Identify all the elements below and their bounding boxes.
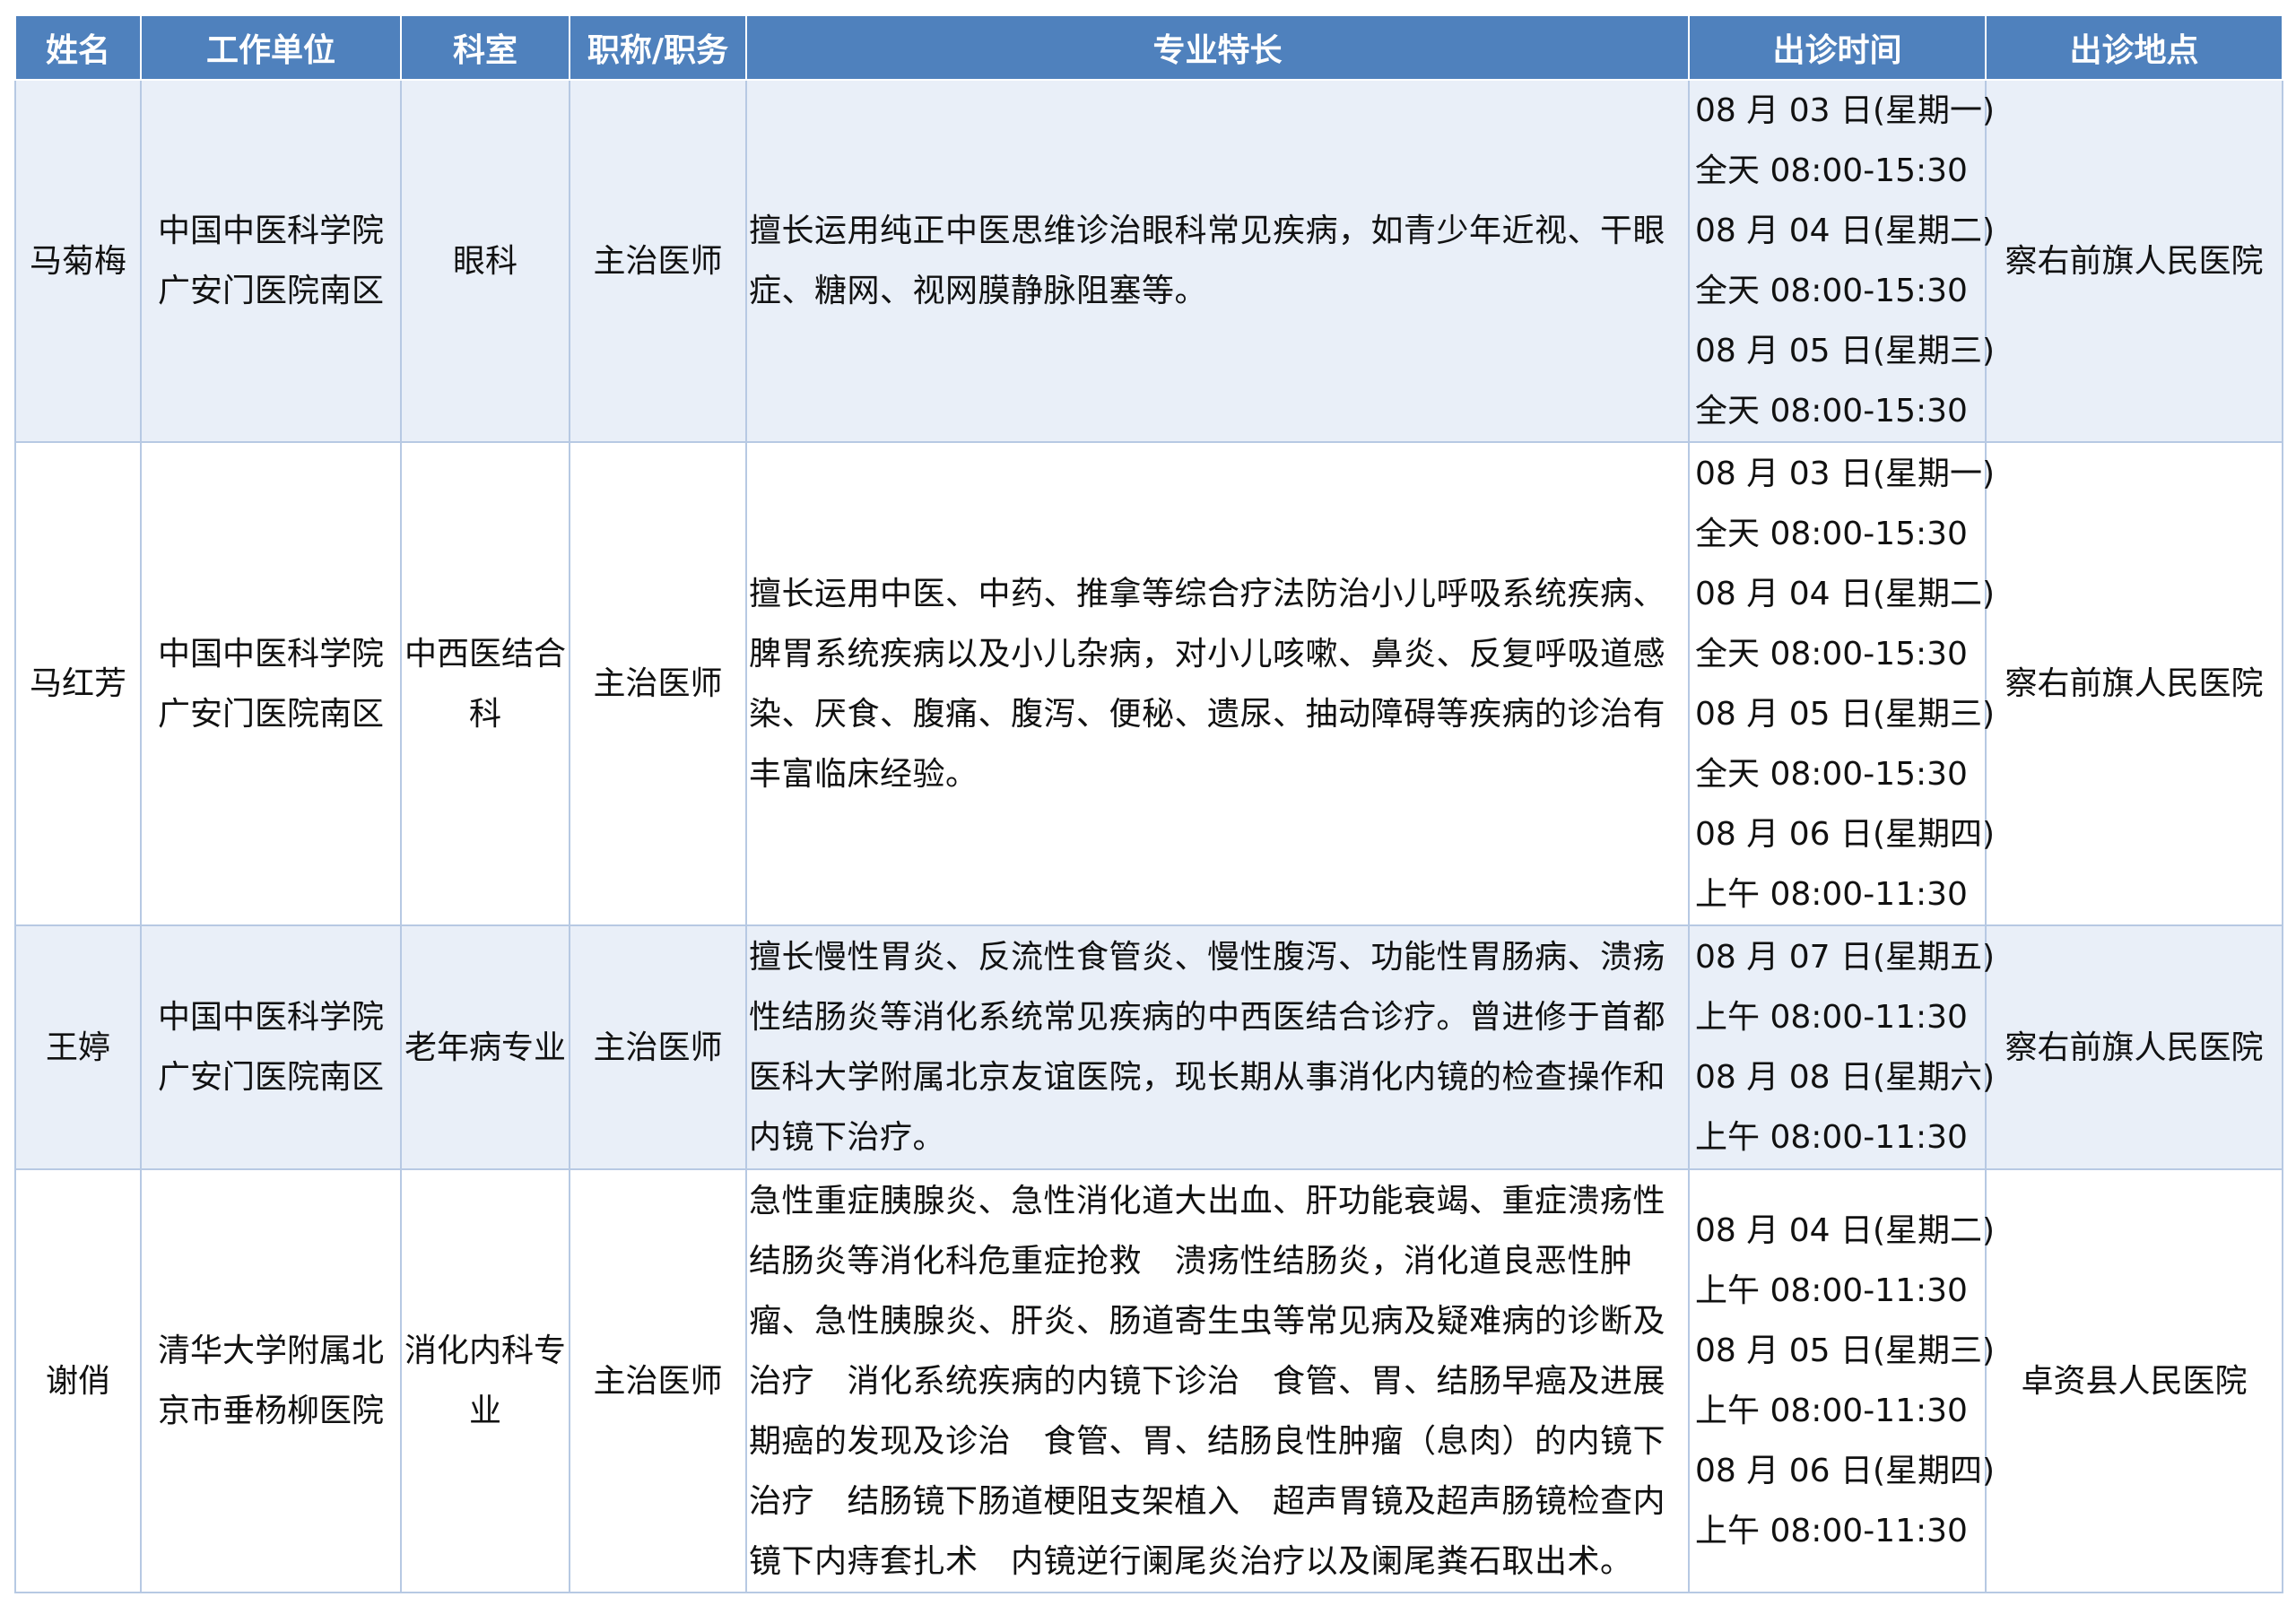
work-unit-line: 清华大学附属北 [157,1332,384,1369]
work-unit-line: 广安门医院南区 [157,695,384,733]
table-row: 马菊梅 中国中医科学院 广安门医院南区 眼科 主治医师 擅长运用纯正中医思维诊治… [14,79,2283,443]
schedule-line: 全天 08:00-15:30 [1695,273,1968,309]
department-line: 老年病专业 [404,1028,566,1066]
clinic-schedule: 08 月 03 日(星期一) 全天 08:00-15:30 08 月 04 日(… [1688,79,1996,443]
header-schedule: 出诊时间 [1688,14,1987,81]
table-row: 王婷 中国中医科学院 广安门医院南区 老年病专业 主治医师 擅长慢性胃炎、反流性… [14,924,2283,1170]
department-line: 中西医结合 [404,635,566,673]
department: 消化内科专 业 [400,1168,570,1593]
doctor-name: 谢俏 [14,1168,142,1593]
department-line: 科 [468,695,501,733]
work-unit: 中国中医科学院 广安门医院南区 [140,79,402,443]
header-dept: 科室 [400,14,570,81]
clinic-location: 察右前旗人民医院 [1985,79,2283,443]
job-title: 主治医师 [569,441,747,926]
schedule-line: 08 月 06 日(星期四) [1695,1453,1996,1489]
table-row: 马红芳 中国中医科学院 广安门医院南区 中西医结合 科 主治医师 擅长运用中医、… [14,441,2283,926]
schedule-line: 08 月 06 日(星期四) [1695,815,1996,853]
work-unit: 中国中医科学院 广安门医院南区 [140,924,402,1170]
department: 老年病专业 [400,924,570,1170]
work-unit-line: 京市垂杨柳医院 [157,1393,384,1429]
schedule-line: 全天 08:00-15:30 [1695,635,1968,673]
schedule-line: 08 月 08 日(星期六) [1695,1059,1996,1096]
specialty: 擅长慢性胃炎、反流性食管炎、慢性腹泻、功能性胃肠病、溃疡性结肠炎等消化系统常见疾… [745,924,1690,1170]
clinic-location: 察右前旗人民医院 [1985,924,2283,1170]
clinic-schedule: 08 月 04 日(星期二) 上午 08:00-11:30 08 月 05 日(… [1688,1168,1996,1593]
doctor-name: 马红芳 [14,441,142,926]
work-unit-line: 广安门医院南区 [157,273,384,309]
specialty: 急性重症胰腺炎、急性消化道大出血、肝功能衰竭、重症溃疡性结肠炎等消化科危重症抢救… [745,1168,1690,1593]
schedule-line: 08 月 05 日(星期三) [1695,1332,1996,1369]
job-title: 主治医师 [569,79,747,443]
schedule-line: 08 月 04 日(星期二) [1695,575,1996,612]
job-title: 主治医师 [569,924,747,1170]
schedule-line: 全天 08:00-15:30 [1695,755,1968,793]
header-row: 姓名 工作单位 科室 职称/职务 专业特长 出诊时间 出诊地点 [14,14,2283,81]
doctor-name: 马菊梅 [14,79,142,443]
work-unit-line: 中国中医科学院 [157,213,384,249]
schedule-line: 上午 08:00-11:30 [1695,999,1968,1036]
schedule-line: 08 月 03 日(星期一) [1695,92,1996,129]
schedule-line: 08 月 05 日(星期三) [1695,333,1996,369]
doctor-name: 王婷 [14,924,142,1170]
work-unit: 清华大学附属北 京市垂杨柳医院 [140,1168,402,1593]
schedule-line: 08 月 07 日(星期五) [1695,939,1996,976]
job-title: 主治医师 [569,1168,747,1593]
clinic-schedule: 08 月 07 日(星期五) 上午 08:00-11:30 08 月 08 日(… [1688,924,1996,1170]
department: 眼科 [400,79,570,443]
specialty: 擅长运用中医、中药、推拿等综合疗法防治小儿呼吸系统疾病、脾胃系统疾病以及小儿杂病… [745,441,1690,926]
schedule-line: 上午 08:00-11:30 [1695,875,1968,913]
work-unit: 中国中医科学院 广安门医院南区 [140,441,402,926]
work-unit-line: 中国中医科学院 [157,635,384,673]
doctor-schedule-table: 姓名 工作单位 科室 职称/职务 专业特长 出诊时间 出诊地点 马菊梅 中国中医… [14,14,2283,1593]
table-row: 谢俏 清华大学附属北 京市垂杨柳医院 消化内科专 业 主治医师 急性重症胰腺炎、… [14,1168,2283,1593]
schedule-line: 上午 08:00-11:30 [1695,1272,1968,1309]
schedule-sheet: 姓名 工作单位 科室 职称/职务 专业特长 出诊时间 出诊地点 马菊梅 中国中医… [14,14,2283,1593]
schedule-line: 上午 08:00-11:30 [1695,1393,1968,1429]
schedule-line: 08 月 03 日(星期一) [1695,455,1996,492]
department: 中西医结合 科 [400,441,570,926]
schedule-line: 08 月 04 日(星期二) [1695,213,1996,249]
schedule-line: 08 月 04 日(星期二) [1695,1212,1996,1249]
schedule-line: 上午 08:00-11:30 [1695,1119,1968,1156]
header-title: 职称/职务 [569,14,747,81]
header-name: 姓名 [14,14,142,81]
schedule-line: 全天 08:00-15:30 [1695,515,1968,552]
header-specialty: 专业特长 [745,14,1690,81]
clinic-location: 卓资县人民医院 [1985,1168,2283,1593]
header-unit: 工作单位 [140,14,402,81]
work-unit-line: 广安门医院南区 [157,1059,384,1096]
clinic-schedule: 08 月 03 日(星期一) 全天 08:00-15:30 08 月 04 日(… [1688,441,1996,926]
schedule-line: 08 月 05 日(星期三) [1695,695,1996,733]
department-line: 业 [468,1393,501,1429]
specialty: 擅长运用纯正中医思维诊治眼科常见疾病，如青少年近视、干眼症、糖网、视网膜静脉阻塞… [745,79,1690,443]
clinic-location: 察右前旗人民医院 [1985,441,2283,926]
schedule-line: 全天 08:00-15:30 [1695,393,1968,430]
work-unit-line: 中国中医科学院 [157,999,384,1036]
department-line: 眼科 [452,242,517,280]
schedule-line: 上午 08:00-11:30 [1695,1513,1968,1549]
schedule-line: 全天 08:00-15:30 [1695,152,1968,189]
header-location: 出诊地点 [1985,14,2283,81]
department-line: 消化内科专 [404,1332,566,1369]
